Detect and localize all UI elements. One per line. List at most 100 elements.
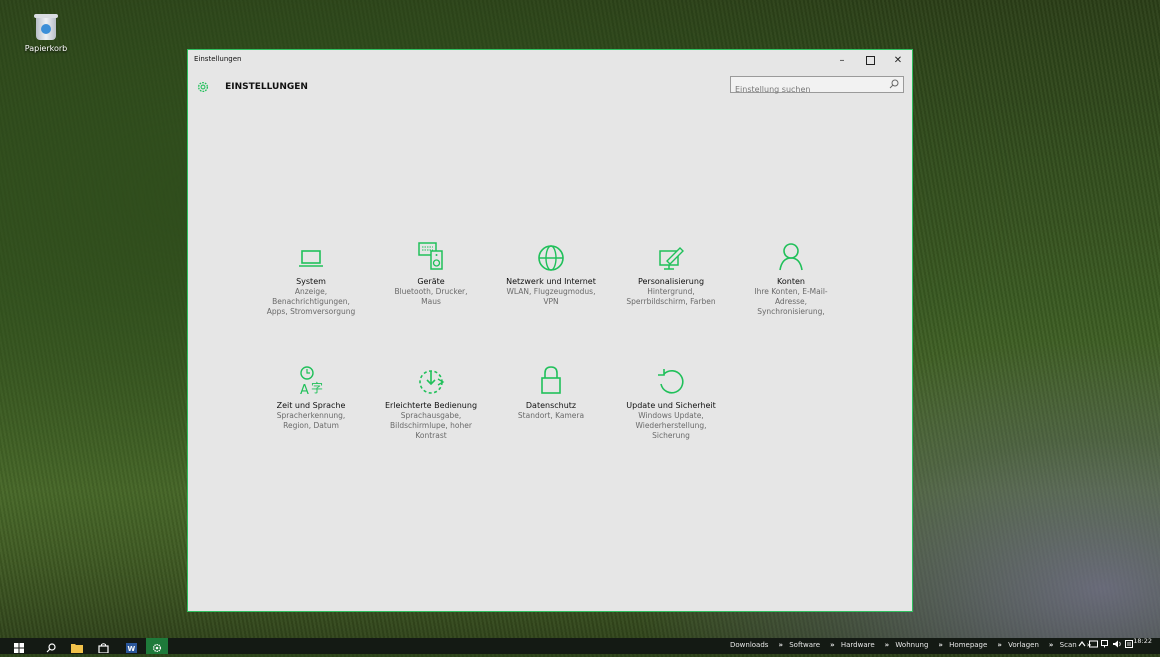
category-name: Zeit und Sprache — [276, 401, 346, 410]
search-input[interactable] — [731, 82, 889, 97]
category-desc-line: VPN — [543, 297, 559, 306]
category-name: Datenschutz — [525, 401, 577, 410]
taskbar-link[interactable]: Software — [789, 641, 820, 649]
globe-icon — [538, 245, 564, 271]
search-icon[interactable] — [889, 79, 899, 89]
file-explorer-button[interactable] — [66, 638, 88, 654]
category-network[interactable]: Netzwerk und Internet WLAN, Flugzeugmodu… — [492, 243, 610, 307]
keyboard-icon[interactable] — [1088, 640, 1098, 648]
close-button[interactable]: ✕ — [884, 52, 912, 70]
category-desc-line: WLAN, Flugzeugmodus, — [506, 287, 596, 296]
lock-icon — [541, 366, 561, 394]
category-desc-line: Adresse, — [774, 297, 808, 306]
taskbar-links: Downloads» Software» Hardware» Wohnung» … — [730, 641, 1095, 649]
category-name: Erleichterte Bedienung — [384, 401, 478, 410]
category-desc-line: Benachrichtigungen, — [272, 297, 350, 306]
clock[interactable]: 18:22 — [1133, 638, 1152, 645]
recycle-bin-label: Papierkorb — [24, 44, 68, 53]
minimize-icon: – — [839, 55, 845, 66]
category-desc-line: Synchronisierung, — [757, 307, 825, 316]
svg-text:字: 字 — [311, 380, 323, 395]
chevron-right-icon[interactable]: » — [997, 641, 1002, 649]
category-desc-line: Wiederherstellung, — [635, 421, 707, 430]
category-desc-line: Sprachausgabe, — [400, 411, 462, 420]
system-tray — [1078, 640, 1133, 651]
gear-icon — [152, 643, 162, 653]
chevron-right-icon[interactable]: » — [778, 641, 783, 649]
category-desc-line: Ihre Konten, E-Mail- — [754, 287, 828, 296]
network-icon[interactable] — [1100, 640, 1110, 648]
category-name: System — [296, 277, 326, 286]
category-desc-line: Hintergrund, — [647, 287, 695, 296]
settings-taskbar-button[interactable] — [146, 638, 168, 654]
category-desc-line: Standort, Kamera — [517, 411, 585, 420]
word-icon: W — [125, 643, 137, 653]
category-desc-line: Sperrbildschirm, Farben — [626, 297, 716, 306]
taskbar-link[interactable]: Homepage — [949, 641, 987, 649]
chevron-right-icon[interactable]: » — [885, 641, 890, 649]
clock-time: 18:22 — [1133, 637, 1152, 645]
store-button[interactable] — [92, 638, 114, 654]
taskbar-link[interactable]: Scan — [1060, 641, 1077, 649]
category-devices[interactable]: Geräte Bluetooth, Drucker, Maus — [372, 239, 490, 307]
taskbar-search-button[interactable] — [40, 638, 62, 654]
category-desc-line: Sicherung — [652, 431, 690, 440]
chevron-right-icon[interactable]: » — [1049, 641, 1054, 649]
category-desc-line: Spracherkennung, — [276, 411, 346, 420]
page-title: EINSTELLUNGEN — [225, 81, 308, 92]
taskbar-link[interactable]: Downloads — [730, 641, 768, 649]
window-title: Einstellungen — [194, 55, 242, 63]
category-desc-line: Maus — [421, 297, 441, 306]
maximize-icon — [865, 55, 875, 65]
settings-search-box[interactable] — [730, 76, 904, 97]
laptop-icon — [299, 250, 323, 267]
settings-header: EINSTELLUNGEN — [196, 76, 308, 96]
settings-window: Einstellungen – ✕ EINSTELLUNGEN System A… — [187, 49, 913, 612]
category-system[interactable]: System Anzeige, Benachrichtigungen, Apps… — [252, 243, 370, 317]
minimize-button[interactable]: – — [828, 52, 856, 70]
close-icon: ✕ — [893, 55, 903, 66]
folder-icon — [71, 644, 83, 653]
chevron-right-icon[interactable]: » — [938, 641, 943, 649]
gear-icon — [197, 81, 209, 92]
category-desc-line: Bildschirmlupe, hoher — [390, 421, 472, 430]
maximize-button[interactable] — [856, 52, 884, 70]
recycle-bin-shortcut[interactable]: Papierkorb — [22, 10, 70, 53]
taskbar-link[interactable]: Wohnung — [895, 641, 928, 649]
category-desc-line: Windows Update, — [638, 411, 704, 420]
category-desc-line: Apps, Stromversorgung — [266, 307, 356, 316]
category-personalization[interactable]: Personalisierung Hintergrund, Sperrbilds… — [612, 243, 730, 307]
taskbar: W Downloads » Software » Hardware » Wohnung… — [0, 638, 1160, 654]
category-ease-of-access[interactable]: Erleichterte Bedienung Sprachausgabe, Bi… — [372, 367, 490, 441]
category-update-security[interactable]: Update und Sicherheit Windows Update, Wi… — [612, 367, 730, 441]
category-accounts[interactable]: Konten Ihre Konten, E-Mail- Adresse, Syn… — [732, 239, 850, 317]
category-time-language[interactable]: A 字 Zeit und Sprache Spracherkennung, Re… — [252, 363, 370, 431]
time-language-icon: A 字 — [300, 366, 323, 397]
update-icon — [658, 369, 684, 394]
category-desc-line: Region, Datum — [283, 421, 339, 430]
category-name: Update und Sicherheit — [626, 401, 716, 410]
category-desc-line: Kontrast — [415, 431, 447, 440]
start-button[interactable] — [8, 638, 30, 654]
volume-icon[interactable] — [1112, 640, 1122, 648]
category-name: Netzwerk und Internet — [506, 277, 596, 286]
taskbar-link[interactable]: Vorlagen — [1008, 641, 1039, 649]
person-icon — [779, 243, 803, 271]
category-desc-line: Bluetooth, Drucker, — [394, 287, 468, 296]
category-name: Konten — [777, 277, 805, 286]
category-desc-line: Anzeige, — [294, 287, 328, 296]
taskbar-link[interactable]: Hardware — [841, 641, 875, 649]
word-button[interactable]: W — [120, 638, 142, 654]
svg-text:W: W — [127, 645, 135, 653]
svg-text:A: A — [300, 383, 309, 397]
shopping-bag-icon — [97, 643, 109, 654]
chevron-up-icon[interactable] — [1078, 640, 1086, 648]
devices-icon — [418, 242, 443, 270]
search-icon — [46, 643, 56, 653]
action-center-icon[interactable] — [1124, 640, 1133, 648]
chevron-right-icon[interactable]: » — [830, 641, 835, 649]
category-name: Personalisierung — [637, 277, 705, 286]
title-bar[interactable]: Einstellungen – ✕ — [188, 50, 912, 72]
category-privacy[interactable]: Datenschutz Standort, Kamera — [492, 363, 610, 421]
category-name: Geräte — [417, 277, 445, 286]
